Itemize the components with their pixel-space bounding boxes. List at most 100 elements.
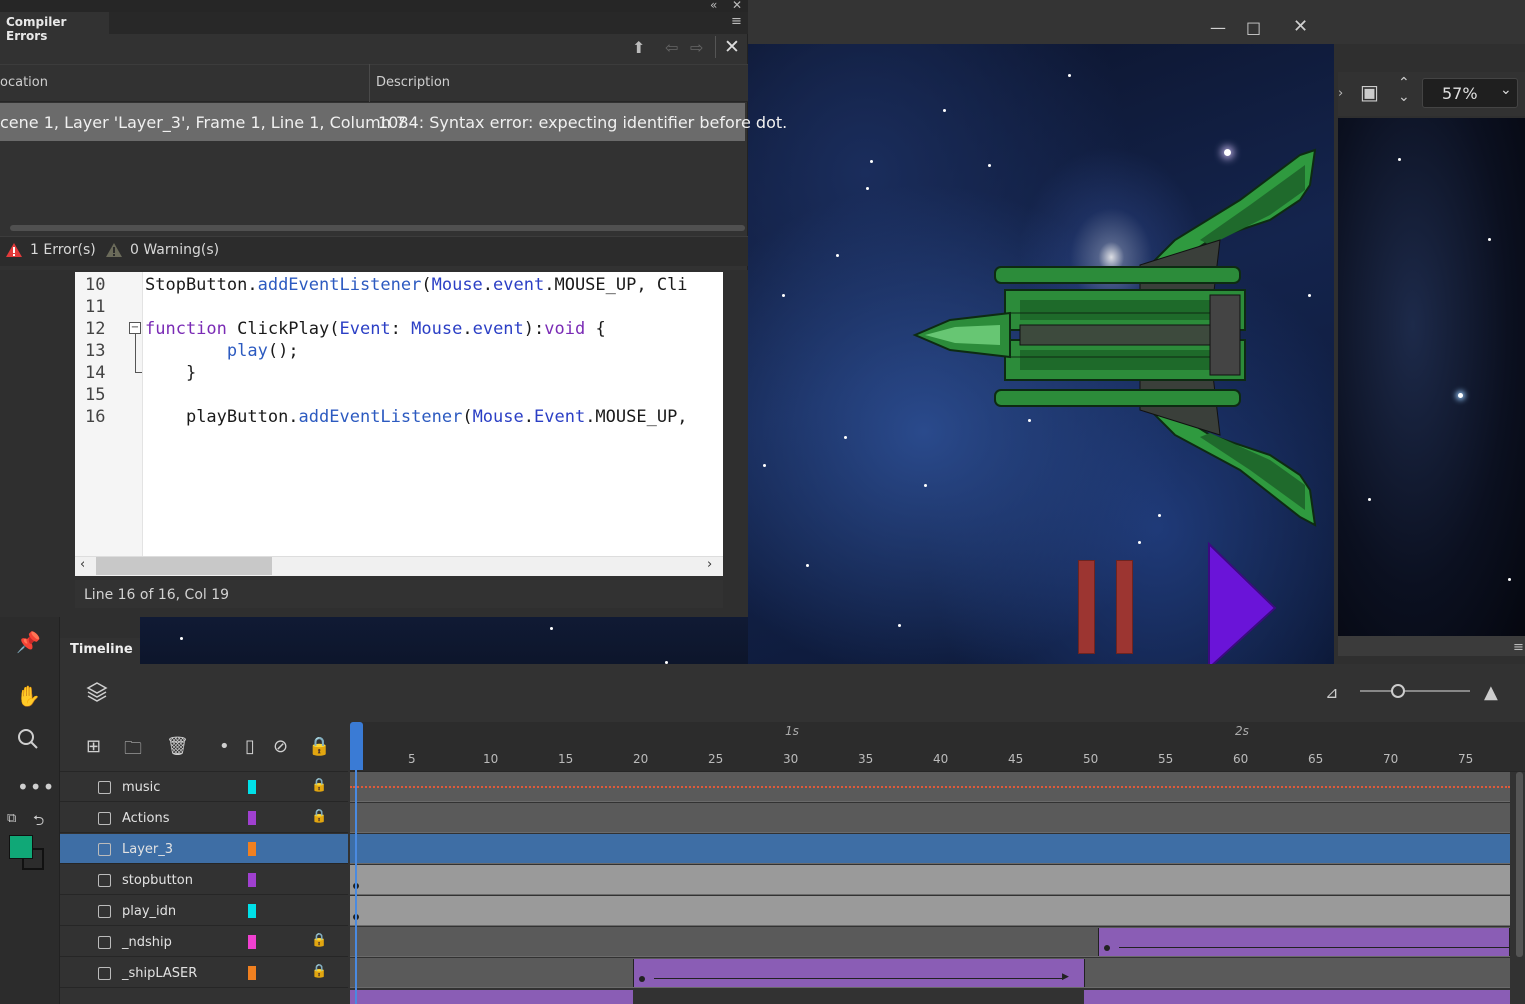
collapse-panel-icon[interactable]: «	[710, 0, 717, 12]
zoom-icon[interactable]	[17, 728, 39, 750]
frame-tick-label: 75	[1458, 752, 1474, 766]
outline-icon[interactable]: ▯	[245, 736, 255, 757]
trash-icon[interactable]: 🗑	[166, 736, 189, 757]
mountains-icon[interactable]: ▲	[1484, 682, 1498, 703]
scroll-left-icon[interactable]: ‹	[80, 557, 85, 572]
frames-row-play[interactable]	[350, 896, 1510, 926]
close-window-icon[interactable]: ✕	[1293, 16, 1308, 37]
document-window-titlebar	[748, 0, 1525, 44]
frame-tick-label: 35	[858, 752, 874, 766]
next-error-icon[interactable]: ⇨	[690, 38, 703, 57]
more-icon[interactable]: •••	[17, 775, 55, 799]
code-line-10: StopButton.addEventListener(Mouse.event.…	[145, 275, 688, 295]
fit-frames-icon[interactable]: ⊿	[1325, 683, 1338, 702]
frames-row-shiplaser[interactable]: ▶	[350, 958, 1510, 988]
code-line-16: playButton.addEventListener(Mouse.Event.…	[185, 407, 688, 427]
close-panel-icon[interactable]: ✕	[732, 0, 742, 12]
tween-partial[interactable]	[1084, 990, 1510, 1004]
fold-toggle-icon[interactable]: −	[129, 322, 141, 334]
layer-color-swatch[interactable]	[248, 811, 256, 825]
layer-name[interactable]: music	[122, 780, 160, 795]
column-location[interactable]: ocation	[0, 75, 48, 90]
scroll-right-icon[interactable]: ›	[707, 557, 712, 572]
clear-errors-icon[interactable]: ✕	[724, 36, 740, 58]
code-line-12: function ClickPlay(Event: Mouse.event):v…	[145, 319, 606, 339]
frames-row-layer3[interactable]	[350, 834, 1510, 864]
visibility-icon[interactable]: ⊘	[273, 736, 288, 757]
frame-tick-label: 50	[1083, 752, 1099, 766]
error-description: 1084: Syntax error: expecting identifier…	[378, 113, 788, 132]
timeline-vertical-scrollbar[interactable]	[1516, 772, 1523, 957]
frames-row-actions[interactable]	[350, 803, 1510, 833]
panel-menu-icon[interactable]: ≡	[731, 14, 742, 29]
layer-color-swatch[interactable]	[248, 966, 256, 980]
line-number: 11	[85, 297, 106, 317]
tab-timeline[interactable]: Timeline	[70, 642, 133, 657]
lock-all-icon[interactable]: 🔒	[308, 736, 330, 757]
frames-row-music[interactable]	[350, 772, 1510, 802]
clip-icon[interactable]: ▣	[1360, 80, 1379, 104]
cursor-position: Line 16 of 16, Col 19	[84, 587, 230, 603]
lock-icon[interactable]: 🔒	[311, 933, 327, 948]
horizontal-scrollbar[interactable]	[10, 225, 745, 231]
tab-compiler-errors[interactable]: Compiler Errors	[0, 12, 109, 43]
maximize-icon[interactable]: □	[1246, 18, 1261, 37]
slider-handle[interactable]	[1391, 684, 1405, 698]
minimize-icon[interactable]: —	[1210, 18, 1226, 37]
swap-colors-icon[interactable]: ⧉	[7, 811, 16, 826]
motion-tween[interactable]	[1098, 928, 1510, 956]
chevron-right-icon[interactable]: ›	[1338, 86, 1343, 101]
layer-name[interactable]: _ndship	[122, 935, 172, 950]
lock-icon[interactable]: 🔒	[311, 964, 327, 979]
frames-row-ndship[interactable]	[350, 927, 1510, 957]
hand-icon[interactable]: ✋	[16, 684, 41, 708]
tween-partial[interactable]	[350, 990, 633, 1004]
pasteboard-right	[1338, 118, 1525, 636]
frame-size-slider[interactable]	[1360, 690, 1470, 692]
reset-colors-icon[interactable]: ⮌	[33, 810, 44, 834]
layer-color-swatch[interactable]	[248, 935, 256, 949]
spaceship-sprite[interactable]	[910, 145, 1320, 530]
previous-error-icon[interactable]: ⇦	[665, 38, 678, 57]
layer-color-swatch[interactable]	[248, 873, 256, 887]
line-number: 10	[85, 275, 106, 295]
playhead[interactable]	[350, 722, 363, 770]
layer-color-swatch[interactable]	[248, 780, 256, 794]
layers-icon[interactable]	[86, 681, 108, 703]
highlight-icon[interactable]: •	[219, 736, 230, 757]
layer-controls	[60, 722, 348, 772]
layer-name[interactable]: Actions	[122, 811, 170, 826]
layer-color-swatch[interactable]	[248, 842, 256, 856]
layer-name[interactable]: _shipLASER	[122, 966, 197, 981]
frames-row-stopbutton[interactable]	[350, 865, 1510, 895]
stepper-icon[interactable]: ⌃ ⌄	[1398, 76, 1410, 104]
pin-icon[interactable]: 📌	[16, 630, 41, 654]
pause-button[interactable]	[1076, 560, 1134, 654]
folder-icon[interactable]: 🗀	[124, 736, 142, 766]
frame-tick-label: 30	[783, 752, 799, 766]
layer-name[interactable]: stopbutton	[122, 873, 193, 888]
lock-icon[interactable]: 🔒	[311, 778, 327, 793]
play-button[interactable]	[1207, 542, 1277, 670]
line-number: 14	[85, 363, 106, 383]
layer-name[interactable]: Layer_3	[122, 842, 173, 857]
new-layer-icon[interactable]: ⊞	[86, 736, 101, 757]
chevron-down-icon[interactable]: ⌄	[1500, 82, 1512, 98]
layer-name[interactable]: play_idn	[122, 904, 176, 919]
timeline-menu-icon[interactable]: ≡	[1513, 640, 1524, 655]
motion-tween[interactable]: ▶	[633, 959, 1085, 987]
layer-color-swatch[interactable]	[248, 904, 256, 918]
stroke-color-swatch[interactable]	[9, 835, 33, 859]
line-number: 12	[85, 319, 106, 339]
frame-tick-label: 65	[1308, 752, 1324, 766]
go-to-source-icon[interactable]: ⬆	[632, 38, 645, 57]
column-description[interactable]: Description	[376, 75, 450, 90]
lock-icon[interactable]: 🔒	[311, 809, 327, 824]
scrollbar-thumb[interactable]	[96, 557, 272, 575]
frame-tick-label: 10	[483, 752, 499, 766]
pause-bar-right	[1116, 560, 1133, 654]
frame-tick-label: 25	[708, 752, 724, 766]
layer-row-partial[interactable]	[60, 990, 348, 1004]
layer-type-icon	[98, 781, 111, 794]
layer-type-icon	[98, 936, 111, 949]
